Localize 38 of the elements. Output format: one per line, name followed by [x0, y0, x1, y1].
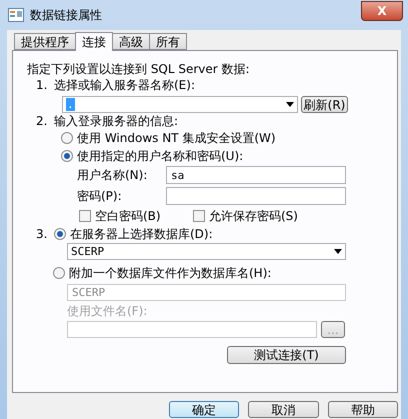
login-label: 输入登录服务器的信息:	[54, 112, 178, 130]
filename-label: 使用文件名(F):	[67, 302, 148, 320]
checkbox-label: 空白密码(B)	[95, 208, 162, 224]
checkbox[interactable]	[79, 210, 91, 222]
window-app-icon	[8, 8, 24, 22]
radio-button[interactable]	[61, 132, 73, 144]
step-number: 1.	[36, 78, 48, 92]
dropdown-arrow-icon[interactable]	[286, 102, 294, 107]
database-combo[interactable]: SCERP	[67, 243, 346, 260]
password-field[interactable]	[166, 187, 346, 205]
dialog-button[interactable]: 确定	[169, 401, 240, 418]
tab[interactable]: 高级	[112, 33, 150, 50]
dialog-button[interactable]: 帮助	[328, 401, 398, 418]
step-number: 3.	[36, 227, 48, 241]
refresh-button[interactable]: 刷新(R)	[301, 96, 348, 113]
filename-field[interactable]	[67, 321, 317, 338]
radio-label: 使用 Windows NT 集成安全设置(W)	[77, 130, 276, 146]
checkbox[interactable]	[193, 210, 205, 222]
dialog-button[interactable]: 取消	[248, 401, 319, 418]
radio-button[interactable]	[53, 267, 65, 279]
checkbox-label: 允许保存密码(S)	[209, 208, 298, 224]
intro-text: 指定下列设置以连接到 SQL Server 数据:	[27, 60, 250, 78]
dropdown-arrow-icon[interactable]	[334, 249, 342, 254]
password-label: 密码(P):	[77, 188, 123, 204]
tab[interactable]: 提供程序	[14, 33, 76, 50]
server-label: 选择或输入服务器名称(E):	[54, 76, 195, 94]
radio-label: 在服务器上选择数据库(D):	[70, 226, 213, 242]
window-title: 数据链接属性	[30, 6, 103, 24]
radio-button[interactable]	[54, 228, 66, 240]
username-label: 用户名称(N):	[77, 166, 148, 184]
radio-label: 附加一个数据库文件作为数据库名(H):	[69, 264, 272, 282]
radio-label: 使用指定的用户名称和密码(U):	[77, 148, 244, 164]
radio-button[interactable]	[61, 150, 73, 162]
step-number: 2.	[36, 114, 48, 128]
tab[interactable]: 所有	[149, 33, 187, 50]
test-connection-button[interactable]: 测试连接(T)	[227, 346, 346, 364]
username-field[interactable]: sa	[166, 166, 346, 184]
tab[interactable]: 连接	[75, 32, 113, 51]
